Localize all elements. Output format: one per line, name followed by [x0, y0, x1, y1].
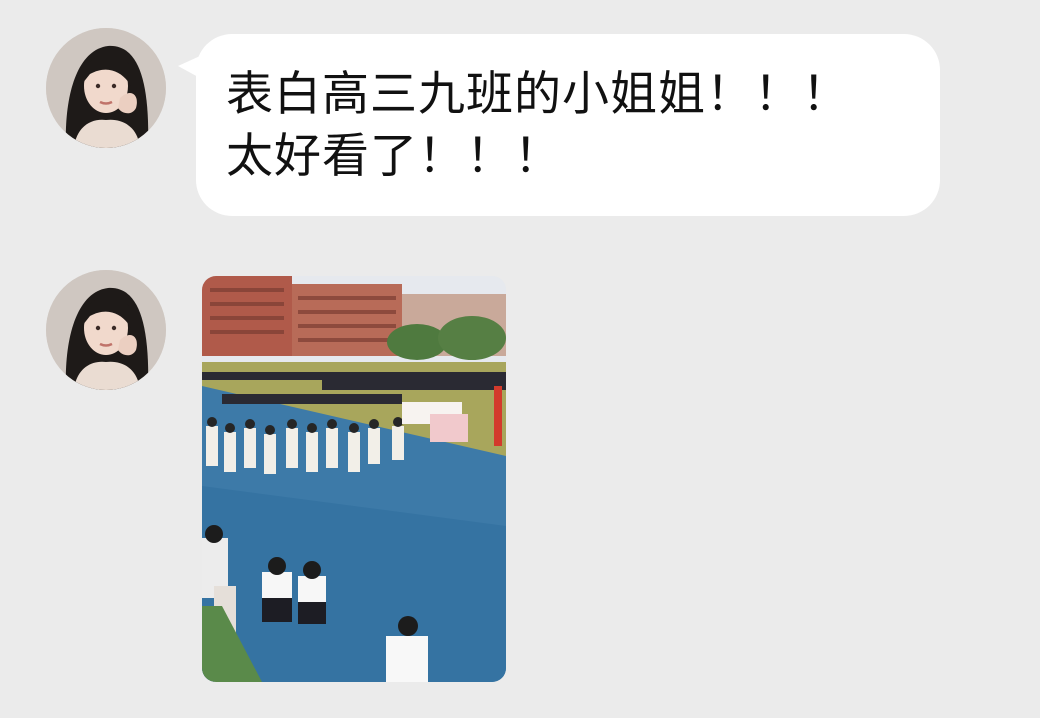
message-text: 表白高三九班的小姐姐！！！ 太好看了！！！: [226, 67, 850, 184]
woman-portrait-avatar-icon: [46, 28, 166, 148]
contact-avatar[interactable]: [46, 270, 166, 390]
bubble-tail: [178, 56, 200, 78]
image-message[interactable]: [202, 276, 506, 682]
woman-portrait-avatar-icon: [46, 270, 166, 390]
message-bubble[interactable]: 表白高三九班的小姐姐！！！ 太好看了！！！: [178, 34, 940, 216]
school-sports-field-photo-icon: [202, 276, 506, 682]
contact-avatar[interactable]: [46, 28, 166, 148]
